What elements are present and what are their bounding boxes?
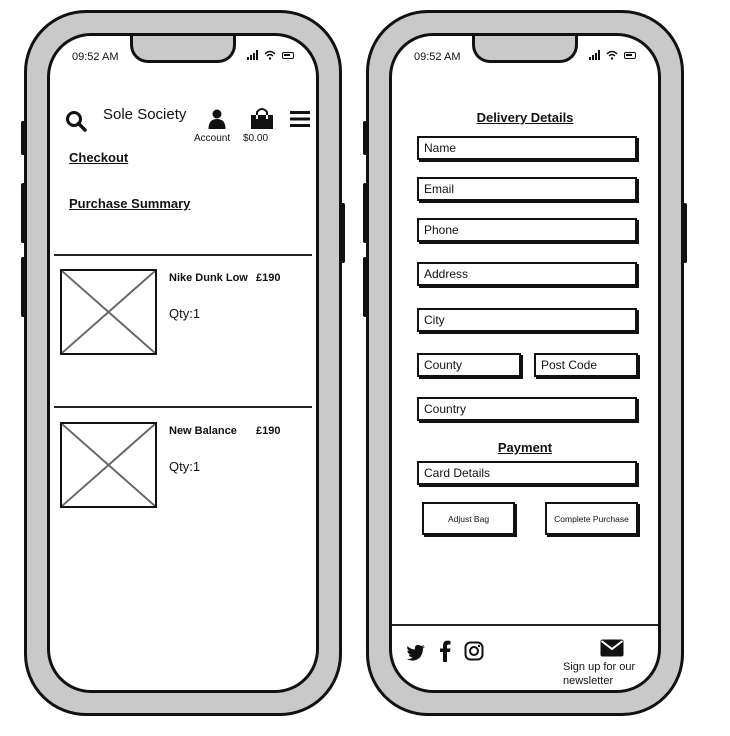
country-field[interactable]: Country — [417, 397, 637, 421]
volume-down-button — [21, 257, 26, 317]
power-button — [682, 203, 687, 263]
divider — [54, 406, 312, 408]
account-icon[interactable] — [208, 109, 226, 129]
address-field[interactable]: Address — [417, 262, 637, 286]
battery-icon — [624, 51, 636, 59]
product-qty: Qty:1 — [169, 459, 201, 474]
instagram-icon[interactable] — [464, 641, 484, 661]
product-image-placeholder — [60, 422, 157, 508]
product-qty: Qty:1 — [169, 306, 201, 321]
name-field[interactable]: Name — [417, 136, 637, 160]
wifi-icon — [606, 50, 618, 60]
signal-icon — [247, 50, 258, 60]
menu-icon[interactable] — [289, 110, 311, 128]
email-icon[interactable] — [600, 639, 624, 657]
complete-purchase-button[interactable]: Complete Purchase — [545, 502, 638, 535]
bag-total[interactable]: $0.00 — [243, 133, 268, 144]
search-icon[interactable] — [65, 110, 87, 132]
notch — [472, 36, 578, 63]
signal-icon — [589, 50, 600, 60]
status-time: 09:52 AM — [72, 51, 119, 63]
checkout-heading[interactable]: Checkout — [69, 150, 128, 165]
purchase-summary-heading: Purchase Summary — [69, 196, 191, 211]
volume-up-button — [363, 183, 368, 243]
wifi-icon — [264, 50, 276, 60]
screen-checkout: 09:52 AM Sole Society Account $0.00 Chec… — [47, 33, 319, 693]
status-icons — [589, 50, 636, 60]
footer-divider — [392, 624, 658, 626]
battery-icon — [282, 51, 294, 59]
bag-icon[interactable] — [250, 106, 274, 130]
product-name: Nike Dunk Low — [169, 272, 248, 284]
phone-field[interactable]: Phone — [417, 218, 637, 242]
account-label[interactable]: Account — [194, 133, 230, 144]
status-icons — [247, 50, 294, 60]
brand-name[interactable]: Sole Society — [103, 106, 186, 123]
status-time: 09:52 AM — [414, 51, 461, 63]
card-details-field[interactable]: Card Details — [417, 461, 637, 485]
product-price: £190 — [256, 272, 281, 284]
divider — [54, 254, 312, 256]
county-field[interactable]: County — [417, 353, 521, 377]
product-name: New Balance — [169, 425, 237, 437]
city-field[interactable]: City — [417, 308, 637, 332]
facebook-icon[interactable] — [439, 640, 451, 662]
product-price: £190 — [256, 425, 281, 437]
email-field[interactable]: Email — [417, 177, 637, 201]
newsletter-line: Sign up for our — [563, 661, 636, 673]
adjust-bag-button[interactable]: Adjust Bag — [422, 502, 515, 535]
newsletter-line: newsletter — [563, 675, 614, 687]
screen-delivery: 09:52 AM Delivery Details Name Email Pho… — [389, 33, 661, 693]
delivery-details-heading: Delivery Details — [476, 110, 574, 125]
notch — [130, 36, 236, 63]
product-image-placeholder — [60, 269, 157, 355]
phone-frame-right: 09:52 AM Delivery Details Name Email Pho… — [363, 10, 687, 716]
power-button — [340, 203, 345, 263]
newsletter-signup[interactable]: Sign up for our newsletter — [563, 660, 635, 688]
volume-up-button — [21, 183, 26, 243]
payment-heading: Payment — [497, 440, 553, 455]
postcode-field[interactable]: Post Code — [534, 353, 638, 377]
volume-down-button — [363, 257, 368, 317]
twitter-icon[interactable] — [406, 644, 426, 661]
silent-switch — [363, 121, 368, 155]
phone-frame-left: 09:52 AM Sole Society Account $0.00 Chec… — [21, 10, 345, 716]
silent-switch — [21, 121, 26, 155]
